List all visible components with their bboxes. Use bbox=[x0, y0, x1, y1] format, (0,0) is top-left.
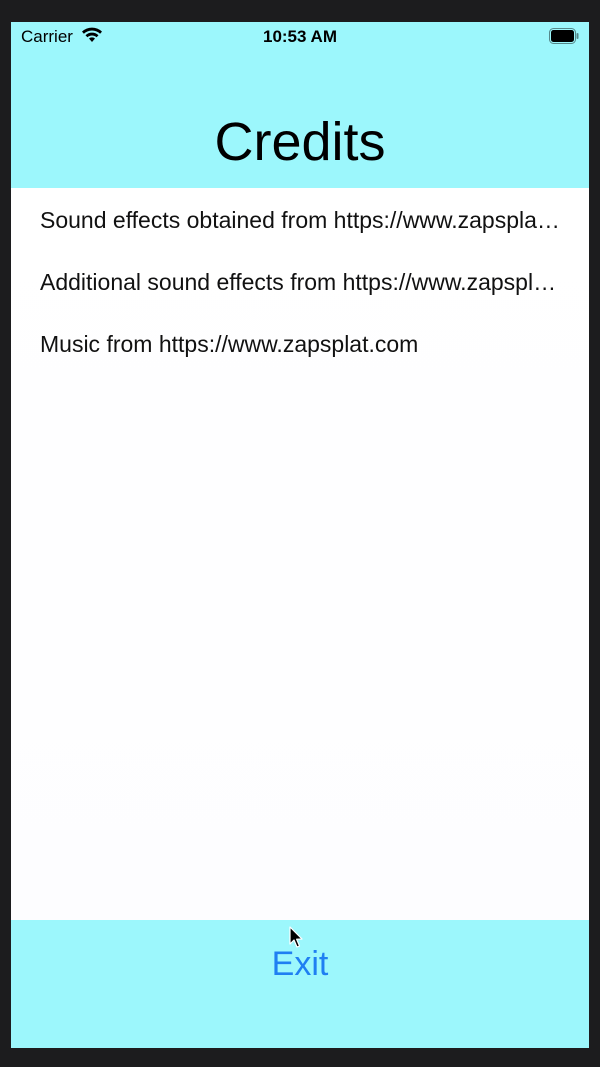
list-item[interactable]: Sound effects obtained from https://www.… bbox=[40, 204, 562, 236]
list-item[interactable]: Additional sound effects from https://ww… bbox=[40, 266, 562, 298]
battery-icon bbox=[549, 28, 579, 44]
credits-list[interactable]: Sound effects obtained from https://www.… bbox=[11, 188, 589, 920]
page-title: Credits bbox=[214, 112, 386, 172]
status-time: 10:53 AM bbox=[262, 27, 337, 46]
mouse-pointer-icon bbox=[289, 926, 303, 948]
app-screen: Carrier 10:53 AM Credits Sound effects o… bbox=[11, 22, 589, 1048]
exit-button[interactable]: Exit bbox=[11, 944, 589, 984]
header: Credits bbox=[11, 52, 589, 188]
list-item[interactable]: Music from https://www.zapsplat.com bbox=[40, 328, 562, 360]
status-bar: Carrier 10:53 AM bbox=[11, 22, 589, 52]
